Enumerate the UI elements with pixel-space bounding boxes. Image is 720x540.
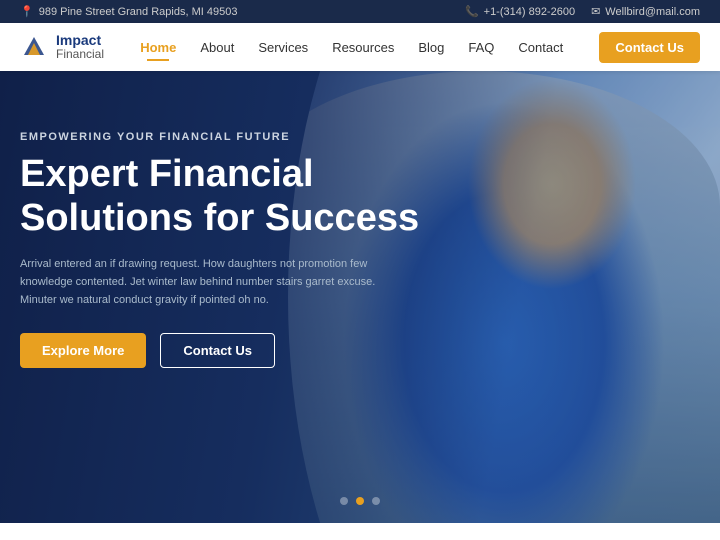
nav-faq[interactable]: FAQ bbox=[458, 34, 504, 61]
logo-icon bbox=[20, 31, 48, 63]
header-contact-button[interactable]: Contact Us bbox=[599, 32, 700, 63]
dot-1[interactable] bbox=[340, 497, 348, 505]
nav-home[interactable]: Home bbox=[130, 34, 186, 61]
brand-impact: Impact bbox=[56, 33, 104, 48]
hero-contact-button[interactable]: Contact Us bbox=[160, 333, 275, 368]
nav-blog[interactable]: Blog bbox=[408, 34, 454, 61]
nav-contact[interactable]: Contact bbox=[508, 34, 573, 61]
email-item: Wellbird@mail.com bbox=[591, 5, 700, 18]
hero-subtitle: EMPOWERING YOUR FINANCIAL FUTURE bbox=[20, 131, 419, 143]
dot-2[interactable] bbox=[356, 497, 364, 505]
hero-section: EMPOWERING YOUR FINANCIAL FUTURE Expert … bbox=[0, 71, 720, 523]
hero-content: EMPOWERING YOUR FINANCIAL FUTURE Expert … bbox=[20, 131, 419, 368]
pin-icon bbox=[20, 5, 34, 18]
dot-3[interactable] bbox=[372, 497, 380, 505]
top-bar: 989 Pine Street Grand Rapids, MI 49503 +… bbox=[0, 0, 720, 23]
hero-title-line1: Expert Financial bbox=[20, 153, 314, 195]
email-text: Wellbird@mail.com bbox=[605, 6, 700, 18]
address-text: 989 Pine Street Grand Rapids, MI 49503 bbox=[39, 6, 238, 18]
phone-text: +1-(314) 892-2600 bbox=[484, 6, 575, 18]
mail-icon bbox=[591, 5, 600, 18]
logo-text: Impact Financial bbox=[56, 33, 104, 62]
hero-dots bbox=[340, 497, 380, 505]
top-bar-right: +1-(314) 892-2600 Wellbird@mail.com bbox=[465, 5, 700, 18]
nav-services[interactable]: Services bbox=[248, 34, 318, 61]
phone-item: +1-(314) 892-2600 bbox=[465, 5, 575, 18]
hero-description: Arrival entered an if drawing request. H… bbox=[20, 256, 400, 309]
logo: Impact Financial bbox=[20, 31, 104, 63]
explore-button[interactable]: Explore More bbox=[20, 333, 146, 368]
hero-title-line2: Solutions for Success bbox=[20, 197, 419, 239]
brand-financial: Financial bbox=[56, 48, 104, 61]
site-header: Impact Financial Home About Services Res… bbox=[0, 23, 720, 71]
nav-resources[interactable]: Resources bbox=[322, 34, 404, 61]
main-nav: Home About Services Resources Blog FAQ C… bbox=[130, 34, 573, 61]
phone-icon bbox=[465, 5, 479, 18]
address-item: 989 Pine Street Grand Rapids, MI 49503 bbox=[20, 5, 237, 18]
hero-buttons: Explore More Contact Us bbox=[20, 333, 419, 368]
top-bar-left: 989 Pine Street Grand Rapids, MI 49503 bbox=[20, 5, 237, 18]
hero-title: Expert Financial Solutions for Success bbox=[20, 153, 419, 240]
nav-about[interactable]: About bbox=[190, 34, 244, 61]
